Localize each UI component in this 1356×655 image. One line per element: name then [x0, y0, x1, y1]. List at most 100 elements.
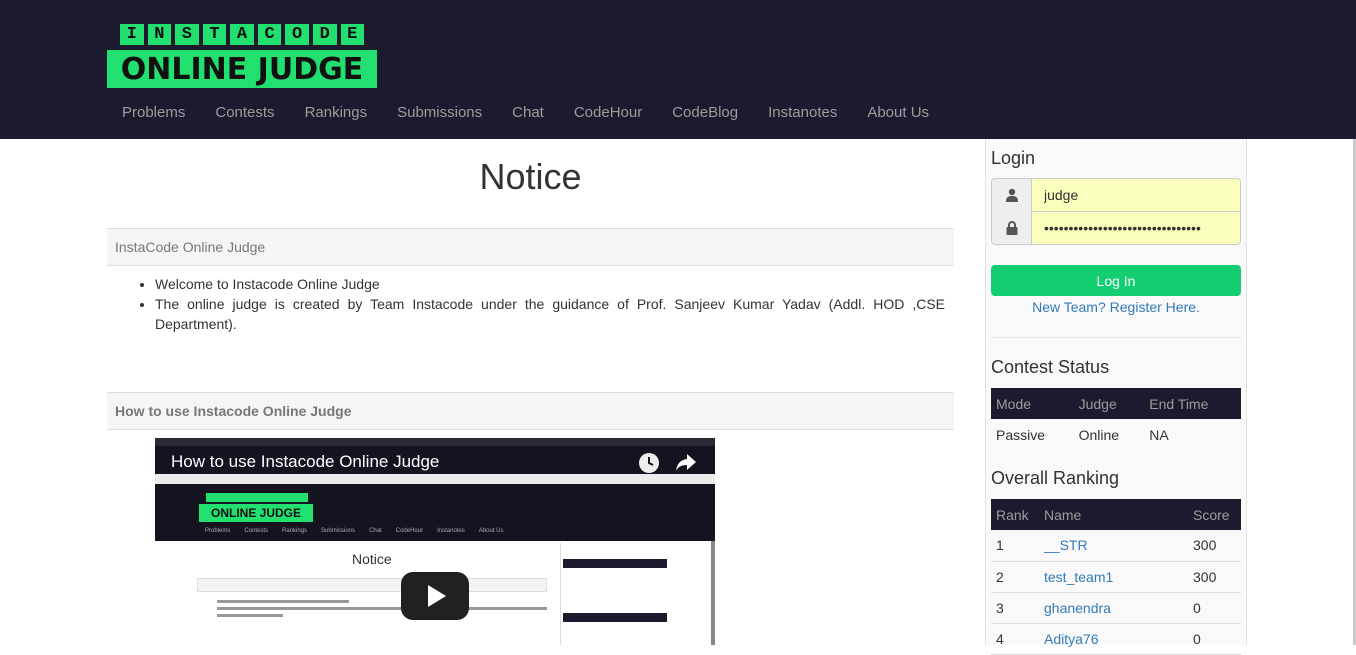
nav-instanotes[interactable]: Instanotes	[753, 95, 852, 130]
video-inner-panel	[197, 578, 547, 592]
video-nav-item: Submissions	[321, 528, 356, 534]
share-icon[interactable]	[675, 452, 697, 472]
video-inner-sidebar	[560, 543, 710, 645]
table-row: 4 Aditya76 0	[991, 623, 1241, 655]
nav-about-us[interactable]: About Us	[852, 95, 944, 130]
team-link[interactable]: __STR	[1044, 537, 1088, 553]
contest-status-table: Mode Judge End Time Passive Online NA	[991, 388, 1241, 450]
score-cell: 300	[1188, 530, 1241, 562]
username-group	[991, 178, 1241, 212]
rank-cell: 4	[991, 623, 1039, 655]
login-button[interactable]: Log In	[991, 265, 1241, 296]
logo-text: ONLINE JUDGE	[107, 50, 377, 88]
table-row: 1 __STR 300	[991, 530, 1241, 562]
table-header-row: Mode Judge End Time	[991, 388, 1241, 419]
page-title: Notice	[479, 156, 582, 197]
top-navbar: I N S T A C O D E ONLINE JUDGE Problems …	[0, 0, 1356, 139]
overall-ranking-heading: Overall Ranking	[991, 468, 1120, 488]
video-thumbnail-bookmarks	[155, 474, 715, 484]
nav-codeblog[interactable]: CodeBlog	[657, 95, 753, 130]
logo-letter: A	[228, 22, 256, 47]
rank-cell: 3	[991, 592, 1039, 624]
video-inner-text	[217, 600, 547, 621]
video-nav-item: CodeHour	[395, 528, 424, 534]
username-input[interactable]	[1032, 178, 1241, 212]
video-panel-heading: How to use Instacode Online Judge	[107, 392, 954, 430]
video-nav-item: Contests	[244, 528, 269, 534]
password-input[interactable]	[1032, 211, 1241, 245]
video-logo-text: ONLINE JUDGE	[199, 504, 313, 522]
overall-ranking-table: Rank Name Score 1 __STR 300 2 test_team1…	[991, 499, 1241, 655]
logo-letter: D	[310, 22, 339, 47]
video-inner-scrollbar	[711, 541, 715, 645]
logo-letter: I	[118, 22, 146, 47]
play-icon	[428, 585, 446, 607]
logo-letter: O	[283, 22, 311, 47]
video-nav-preview: Problems Contests Rankings Submissions C…	[205, 528, 503, 534]
user-icon	[991, 178, 1032, 212]
column-header: End Time	[1144, 388, 1241, 419]
end-time-cell: NA	[1149, 426, 1169, 443]
lock-icon	[991, 211, 1032, 245]
notice-list: Welcome to Instacode Online Judge The on…	[155, 274, 945, 334]
column-header: Mode	[991, 388, 1074, 419]
divider	[991, 337, 1241, 338]
logo-letter: N	[145, 22, 174, 47]
video-inner-notice: Notice	[352, 551, 392, 567]
score-cell: 300	[1188, 561, 1241, 593]
video-embed[interactable]: How to use Instacode Online Judge ONLINE…	[155, 438, 715, 645]
video-logo-top	[205, 492, 309, 503]
video-nav-item: About Us	[478, 528, 504, 534]
video-nav-item: Instanotes	[437, 528, 465, 534]
logo-letter-row: I N S T A C O D E	[118, 22, 367, 47]
logo-letter: E	[338, 22, 367, 47]
judge-cell: Online	[1078, 426, 1120, 443]
logo-letter: S	[173, 22, 201, 47]
video-nav-item: Rankings	[282, 528, 308, 534]
password-group	[991, 211, 1241, 245]
name-cell: Aditya76	[1039, 623, 1188, 655]
table-row: 3 ghanendra 0	[991, 592, 1241, 624]
nav-rankings[interactable]: Rankings	[290, 95, 383, 130]
score-cell: 0	[1188, 592, 1241, 624]
team-link[interactable]: ghanendra	[1044, 600, 1111, 616]
score-cell: 0	[1188, 623, 1241, 655]
name-cell: __STR	[1039, 530, 1188, 562]
notice-panel-heading: InstaCode Online Judge	[107, 228, 954, 266]
video-inner-table-header	[563, 613, 667, 622]
team-link[interactable]: test_team1	[1044, 569, 1113, 585]
logo-letter: T	[200, 22, 229, 47]
column-header: Name	[1039, 499, 1188, 530]
logo-letter: C	[255, 22, 284, 47]
rank-cell: 2	[991, 561, 1039, 593]
mode-cell: Passive	[996, 426, 1046, 443]
video-thumbnail-titlebar	[155, 438, 715, 446]
main-nav: Problems Contests Rankings Submissions C…	[107, 95, 944, 130]
rank-cell: 1	[991, 530, 1039, 562]
list-item: Welcome to Instacode Online Judge	[155, 274, 945, 294]
video-title[interactable]: How to use Instacode Online Judge	[171, 452, 439, 472]
column-header: Rank	[991, 499, 1039, 530]
name-cell: test_team1	[1039, 561, 1188, 593]
name-cell: ghanendra	[1039, 592, 1188, 624]
table-row: Passive Online NA	[991, 419, 1241, 450]
play-button[interactable]	[401, 572, 469, 620]
table-row: 2 test_team1 300	[991, 561, 1241, 593]
nav-submissions[interactable]: Submissions	[382, 95, 497, 130]
nav-problems[interactable]: Problems	[107, 95, 200, 130]
video-inner-table-header	[563, 559, 667, 568]
video-nav-item: Problems	[205, 528, 231, 534]
nav-codehour[interactable]: CodeHour	[559, 95, 657, 130]
column-header: Score	[1188, 499, 1241, 530]
list-item: The online judge is created by Team Inst…	[155, 294, 945, 334]
site-logo[interactable]: I N S T A C O D E ONLINE JUDGE	[107, 22, 377, 88]
watch-later-icon[interactable]	[639, 453, 659, 473]
nav-contests[interactable]: Contests	[200, 95, 289, 130]
video-nav-item: Chat	[369, 528, 382, 534]
table-header-row: Rank Name Score	[991, 499, 1241, 530]
login-heading: Login	[991, 148, 1036, 168]
contest-status-heading: Contest Status	[991, 357, 1110, 377]
nav-chat[interactable]: Chat	[497, 95, 559, 130]
register-link[interactable]: New Team? Register Here.	[991, 299, 1241, 315]
team-link[interactable]: Aditya76	[1044, 631, 1098, 647]
